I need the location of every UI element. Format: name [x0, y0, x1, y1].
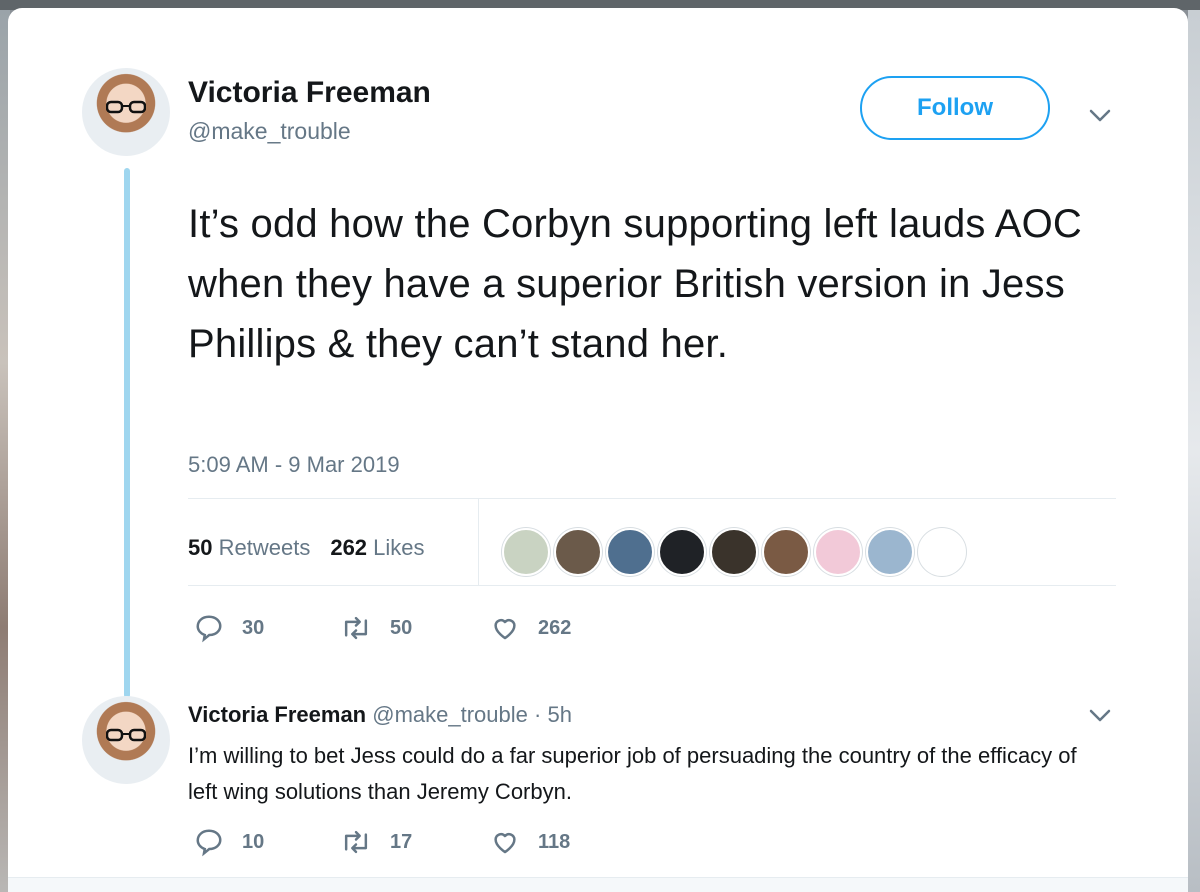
reply-reply-action[interactable]: 10 [194, 827, 264, 857]
heart-icon [494, 619, 516, 640]
likes-count: 262 [330, 535, 368, 560]
liker-avatar[interactable] [658, 528, 706, 576]
reply-time[interactable]: · 5h [534, 702, 572, 727]
retweet-icon [344, 616, 368, 640]
glasses-graphic [106, 100, 146, 114]
retweets-label: Retweets [218, 535, 311, 560]
liker-avatar[interactable] [606, 528, 654, 576]
reply-like-count: 118 [538, 830, 571, 853]
reply-author-name[interactable]: Victoria Freeman [188, 702, 366, 727]
author-avatar[interactable] [82, 68, 170, 156]
liker-avatar[interactable] [814, 528, 862, 576]
reply-like-action[interactable]: 118 [490, 827, 570, 857]
reply-author-handle[interactable]: @make_trouble [372, 702, 528, 727]
card-bottom-strip [8, 877, 1188, 892]
author-name[interactable]: Victoria Freeman [188, 76, 431, 110]
reply-text: I’m willing to bet Jess could do a far s… [188, 743, 1077, 804]
chevron-down-icon[interactable] [1088, 108, 1112, 124]
likes-stat[interactable]: 262 Likes [330, 535, 424, 561]
liker-avatar[interactable] [866, 528, 914, 576]
retweet-action[interactable]: 50 [340, 613, 412, 643]
reply-count: 30 [242, 616, 265, 639]
retweets-count: 50 [188, 535, 213, 560]
author-handle[interactable]: @make_trouble [188, 118, 351, 145]
retweets-stat[interactable]: 50 Retweets [188, 535, 310, 561]
liker-avatar[interactable] [502, 528, 550, 576]
liker-avatar[interactable] [710, 528, 758, 576]
reply-author-avatar[interactable] [82, 696, 170, 784]
follow-button[interactable]: Follow [860, 76, 1050, 140]
liker-avatar[interactable] [762, 528, 810, 576]
background-right-edge [1188, 10, 1200, 892]
retweet-count: 50 [390, 616, 413, 639]
reply-action[interactable]: 30 [194, 613, 264, 643]
liker-avatar[interactable] [554, 528, 602, 576]
retweet-icon [344, 830, 368, 854]
reply-header: Victoria Freeman @make_trouble · 5h [188, 702, 572, 728]
heart-icon [494, 833, 516, 854]
reply-reply-count: 10 [242, 830, 265, 853]
engagement-stats: 50 Retweets 262 Likes [188, 535, 425, 561]
thread-line [124, 168, 130, 698]
divider-top [188, 498, 1116, 499]
reply-icon [196, 829, 222, 857]
glasses-graphic [106, 728, 146, 742]
like-action[interactable]: 262 [490, 613, 571, 643]
liker-avatar[interactable] [918, 528, 966, 576]
tweet-card: Victoria Freeman @make_trouble Follow It… [8, 8, 1188, 892]
tweet-text: It’s odd how the Corbyn supporting left … [188, 202, 1083, 366]
likes-label: Likes [373, 535, 425, 560]
like-count: 262 [538, 616, 572, 639]
reply-retweet-count: 17 [390, 830, 413, 853]
reply-retweet-action[interactable]: 17 [340, 827, 412, 857]
divider-bottom [188, 585, 1116, 586]
stats-divider [478, 498, 479, 585]
tweet-timestamp[interactable]: 5:09 AM - 9 Mar 2019 [188, 452, 400, 478]
chevron-down-icon[interactable] [1088, 708, 1112, 724]
reply-icon [196, 615, 222, 643]
